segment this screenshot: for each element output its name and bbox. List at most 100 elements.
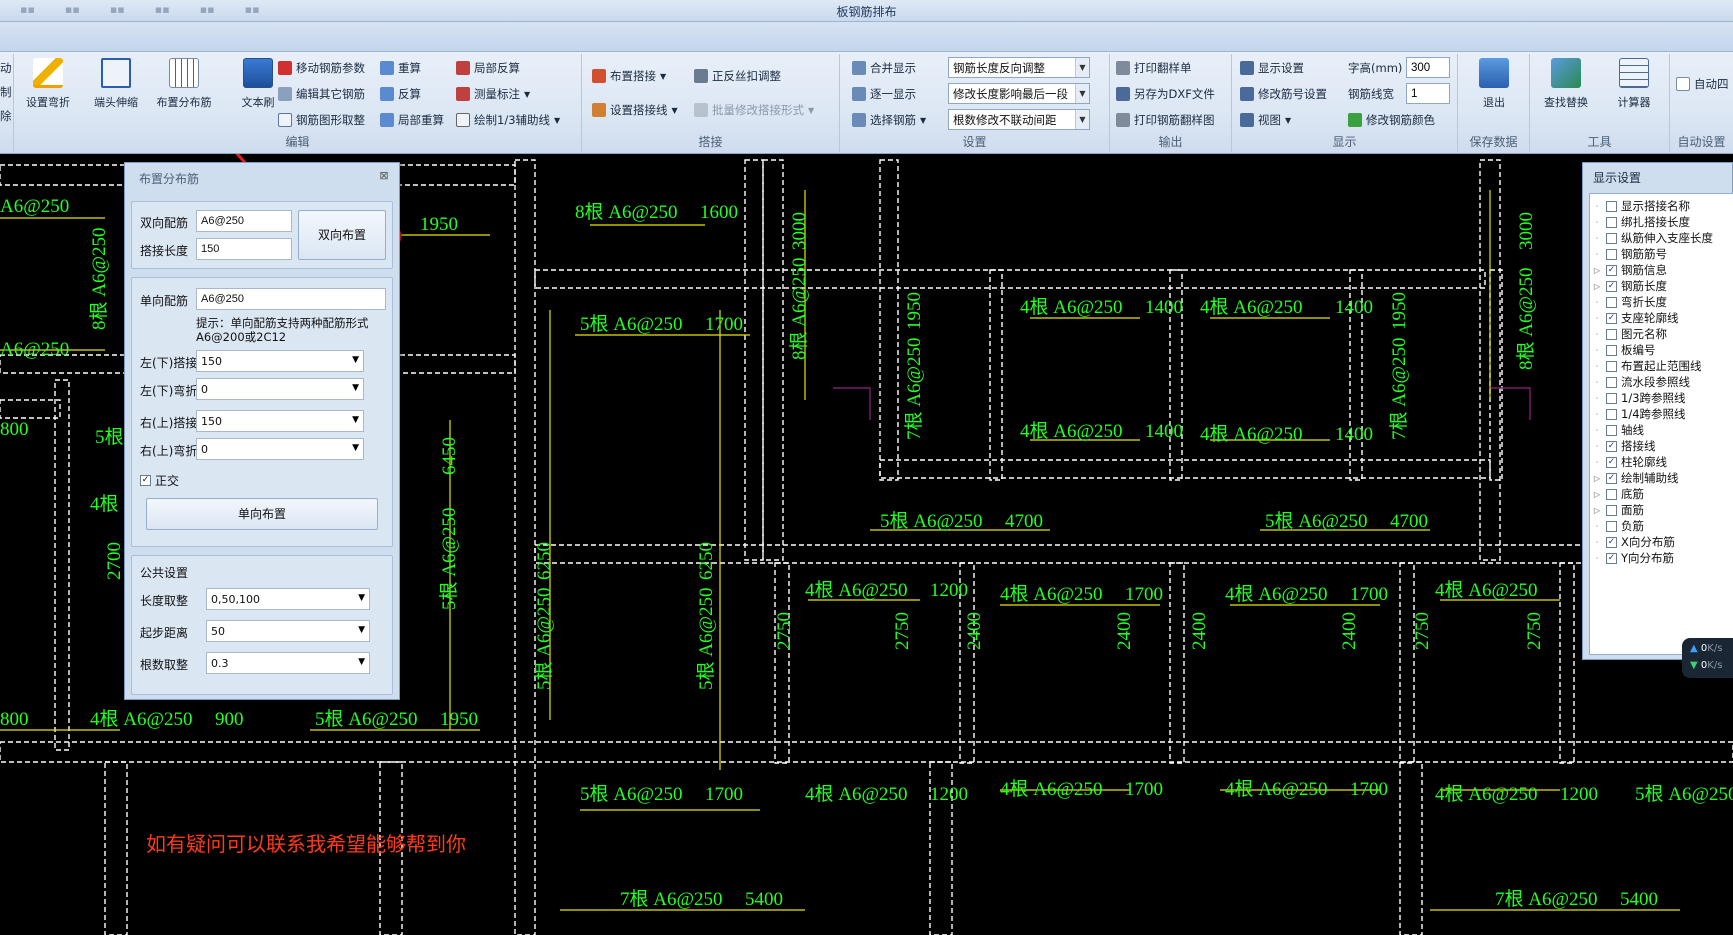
expand-arrow-icon[interactable]: ▷ xyxy=(1592,474,1602,483)
checkbox-icon[interactable]: ✓ xyxy=(1606,456,1617,468)
print-sample-button[interactable]: 打印翻样单 xyxy=(1116,58,1192,78)
display-setting-item[interactable]: · 弯折长度 xyxy=(1592,294,1667,310)
end-extend-button[interactable]: 端头伸缩 xyxy=(84,58,148,110)
modify-code-settings-button[interactable]: 修改筋号设置 xyxy=(1240,84,1327,104)
edit-other-rebar-button[interactable]: 编辑其它钢筋 xyxy=(278,84,365,104)
checkbox-icon[interactable]: ✓ xyxy=(1606,440,1617,452)
checkbox-icon[interactable]: ✓ xyxy=(1606,280,1617,292)
expand-arrow-icon[interactable]: ▷ xyxy=(1592,490,1602,499)
checkbox-icon[interactable] xyxy=(1606,408,1617,420)
length-round-select[interactable]: 0,50,100 ▼ xyxy=(206,588,370,610)
set-bend-button[interactable]: 设置弯折 xyxy=(16,58,80,110)
lap-length-input[interactable] xyxy=(196,238,292,260)
draw-third-aux-button[interactable]: 绘制1/3辅助线 ▼ xyxy=(456,110,560,130)
length-adjust-combo[interactable]: 钢筋长度反向调整 ▼ xyxy=(948,57,1090,78)
checkbox-icon[interactable] xyxy=(1606,232,1617,244)
local-recalc-button[interactable]: 局部重算 xyxy=(380,110,444,130)
reverse-calc-button[interactable]: 反算 xyxy=(380,84,421,104)
checkbox-icon[interactable] xyxy=(1606,328,1617,340)
checkbox-icon[interactable] xyxy=(1606,488,1617,500)
checkbox-icon[interactable] xyxy=(1606,376,1617,388)
start-distance-select[interactable]: 50 ▼ xyxy=(206,620,370,642)
display-setting-item[interactable]: · ✓ X向分布筋 xyxy=(1592,534,1675,550)
cut-item-2[interactable]: 制 xyxy=(0,82,12,102)
bi-rebar-input[interactable] xyxy=(196,210,292,232)
one-by-one-button[interactable]: 逐一显示 xyxy=(852,84,916,104)
calculator-button[interactable]: 计算器 xyxy=(1602,58,1666,110)
expand-arrow-icon[interactable]: ▷ xyxy=(1592,506,1602,515)
checkbox-icon[interactable] xyxy=(1606,360,1617,372)
place-distribution-button[interactable]: 布置分布筋 xyxy=(152,58,216,110)
checkbox-icon[interactable]: ✓ xyxy=(1606,472,1617,484)
count-link-combo[interactable]: 根数修改不联动间距 ▼ xyxy=(948,109,1090,130)
uni-place-button[interactable]: 单向布置 xyxy=(146,498,378,530)
bi-place-button[interactable]: 双向布置 xyxy=(298,210,386,260)
expand-arrow-icon[interactable]: ▷ xyxy=(1592,266,1602,275)
line-width-input[interactable] xyxy=(1406,83,1450,104)
display-setting-item[interactable]: · ✓ 搭接线 xyxy=(1592,438,1656,454)
display-setting-item[interactable]: · ✓ 支座轮廓线 xyxy=(1592,310,1679,326)
length-effect-combo[interactable]: 修改长度影响最后一段 ▼ xyxy=(948,83,1090,104)
display-setting-item[interactable]: ▷ ✓ 钢筋信息 xyxy=(1592,262,1667,278)
uni-rebar-input[interactable] xyxy=(196,288,386,310)
view-button[interactable]: 视图 ▼ xyxy=(1240,110,1291,130)
left-lap-select[interactable]: 150 ▼ xyxy=(196,350,364,372)
display-setting-item[interactable]: · 图元名称 xyxy=(1592,326,1667,342)
select-rebar-button[interactable]: 选择钢筋 ▼ xyxy=(852,110,926,130)
display-setting-item[interactable]: ▷ ✓ 绘制辅助线 xyxy=(1592,470,1679,486)
checkbox-icon[interactable] xyxy=(1606,392,1617,404)
font-height-input[interactable] xyxy=(1406,57,1450,78)
move-rebar-param-button[interactable]: 移动钢筋参数 xyxy=(278,58,365,78)
display-setting-item[interactable]: · ✓ Y向分布筋 xyxy=(1592,550,1674,566)
auto-setting-checkbox[interactable]: 自动四 xyxy=(1676,74,1729,94)
left-bend-select[interactable]: 0 ▼ xyxy=(196,378,364,400)
measure-mark-button[interactable]: 测量标注 ▼ xyxy=(456,84,530,104)
local-reverse-button[interactable]: 局部反算 xyxy=(456,58,520,78)
display-setting-item[interactable]: · 负筋 xyxy=(1592,518,1644,534)
display-setting-item[interactable]: · 布置起止范围线 xyxy=(1592,358,1702,374)
display-setting-item[interactable]: · 板编号 xyxy=(1592,342,1656,358)
find-replace-button[interactable]: 查找替换 xyxy=(1534,58,1598,110)
display-setting-item[interactable]: · 绑扎搭接长度 xyxy=(1592,214,1690,230)
display-setting-item[interactable]: · 纵筋伸入支座长度 xyxy=(1592,230,1713,246)
display-setting-item[interactable]: · 1/3跨参照线 xyxy=(1592,390,1686,406)
display-setting-item[interactable]: ▷ 面筋 xyxy=(1592,502,1644,518)
save-dxf-button[interactable]: 另存为DXF文件 xyxy=(1116,84,1215,104)
checkbox-icon[interactable]: ✓ xyxy=(1606,264,1617,276)
set-lap-line-button[interactable]: 设置搭接线 ▼ xyxy=(592,100,678,120)
display-setting-item[interactable]: · 显示搭接名称 xyxy=(1592,198,1690,214)
checkbox-icon[interactable] xyxy=(1606,520,1617,532)
checkbox-icon[interactable] xyxy=(1606,248,1617,260)
cut-item-1[interactable]: 动 xyxy=(0,58,12,78)
checkbox-icon[interactable]: ✓ xyxy=(1606,552,1617,564)
display-setting-item[interactable]: · 流水段参照线 xyxy=(1592,374,1690,390)
modify-color-button[interactable]: 修改钢筋颜色 xyxy=(1348,110,1435,130)
checkbox-icon[interactable] xyxy=(1606,504,1617,516)
cut-item-3[interactable]: 除 xyxy=(0,106,12,126)
display-setting-item[interactable]: · 轴线 xyxy=(1592,422,1644,438)
checkbox-icon[interactable] xyxy=(1606,296,1617,308)
ortho-checkbox[interactable]: ✓ 正交 xyxy=(140,472,179,489)
display-setting-item[interactable]: · ✓ 柱轮廓线 xyxy=(1592,454,1667,470)
display-settings-button[interactable]: 显示设置 xyxy=(1240,58,1304,78)
checkbox-icon[interactable] xyxy=(1606,344,1617,356)
display-setting-item[interactable]: · 钢筋筋号 xyxy=(1592,246,1667,262)
rebar-shape-fetch-button[interactable]: 钢筋图形取整 xyxy=(278,110,365,130)
count-round-select[interactable]: 0.3 ▼ xyxy=(206,652,370,674)
merge-display-button[interactable]: 合并显示 xyxy=(852,58,916,78)
checkbox-icon[interactable] xyxy=(1606,216,1617,228)
right-lap-select[interactable]: 150 ▼ xyxy=(196,410,364,432)
print-rebar-fig-button[interactable]: 打印钢筋翻样图 xyxy=(1116,110,1215,130)
adjust-wire-button[interactable]: 正反丝扣调整 xyxy=(694,66,781,86)
checkbox-icon[interactable] xyxy=(1606,200,1617,212)
right-bend-select[interactable]: 0 ▼ xyxy=(196,438,364,460)
display-setting-item[interactable]: · 1/4跨参照线 xyxy=(1592,406,1686,422)
checkbox-icon[interactable] xyxy=(1606,424,1617,436)
checkbox-icon[interactable]: ✓ xyxy=(1606,312,1617,324)
close-icon[interactable]: ⊠ xyxy=(377,169,391,183)
batch-lap-form-button[interactable]: 批量修改搭接形式 ▼ xyxy=(694,100,814,120)
exit-button[interactable]: 退出 xyxy=(1462,58,1526,110)
display-setting-item[interactable]: ▷ 底筋 xyxy=(1592,486,1644,502)
expand-arrow-icon[interactable]: ▷ xyxy=(1592,282,1602,291)
place-lap-button[interactable]: 布置搭接 ▼ xyxy=(592,66,666,86)
